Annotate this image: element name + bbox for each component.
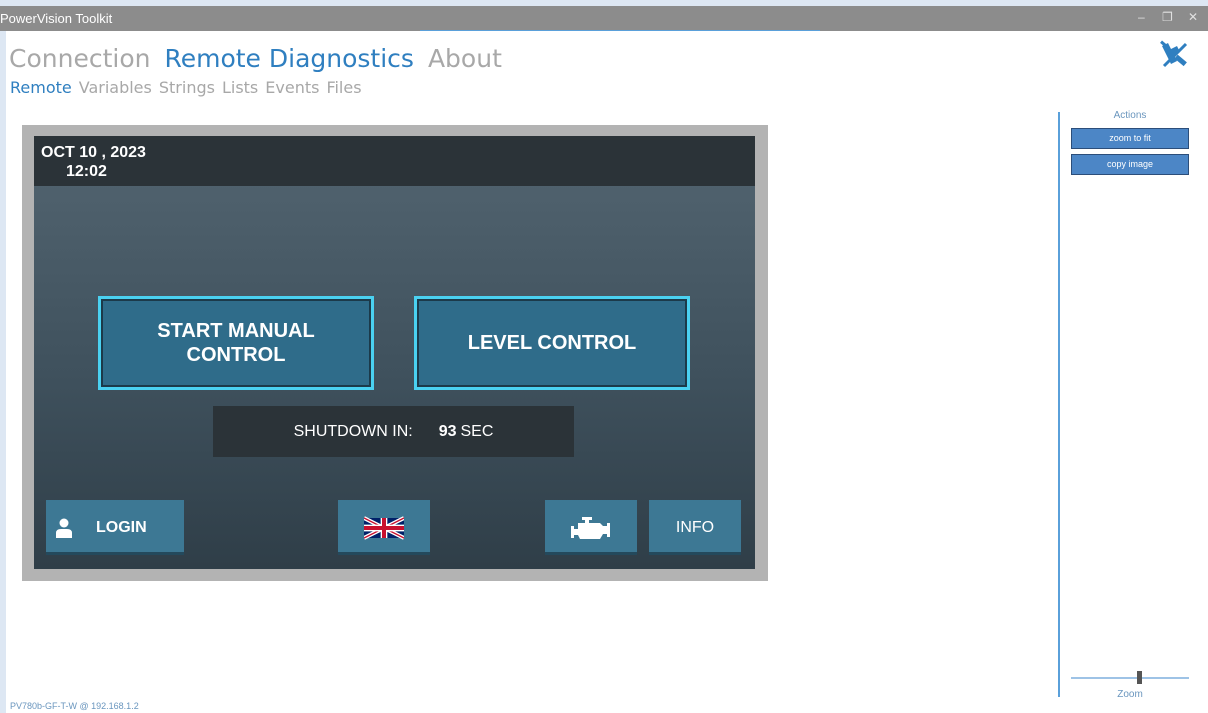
start-manual-control-label: START MANUAL CONTROL	[157, 320, 315, 366]
zoom-to-fit-button[interactable]: zoom to fit	[1071, 128, 1189, 149]
time-display: 12:02	[66, 163, 107, 180]
subtab-files[interactable]: Files	[326, 78, 361, 97]
title-bar: PowerVision Toolkit – ❐ ✕	[0, 6, 1208, 31]
screen-header: OCT 10 , 2023 12:02	[34, 136, 755, 186]
engine-button[interactable]	[545, 500, 637, 555]
date-display: OCT 10 , 2023	[41, 144, 146, 161]
login-button[interactable]: LOGIN	[46, 500, 184, 555]
window-title: PowerVision Toolkit	[0, 11, 113, 26]
subtab-remote[interactable]: Remote	[10, 78, 72, 97]
shutdown-label: SHUTDOWN IN:	[293, 422, 413, 440]
tab-remote-diagnostics[interactable]: Remote Diagnostics	[164, 44, 413, 73]
uk-flag-icon	[364, 515, 404, 540]
connection-status: PV780b-GF-T-W @ 192.168.1.2	[10, 701, 139, 711]
language-button[interactable]	[338, 500, 430, 555]
start-manual-control-button[interactable]: START MANUAL CONTROL	[98, 296, 374, 390]
subtab-events[interactable]: Events	[265, 78, 319, 97]
restore-button[interactable]: ❐	[1162, 10, 1173, 24]
shutdown-timer: SHUTDOWN IN: 93 SEC	[213, 406, 574, 457]
main-nav: Connection Remote Diagnostics About	[9, 44, 516, 73]
title-accent-line	[420, 30, 820, 31]
engine-icon	[571, 516, 610, 539]
level-control-button[interactable]: LEVEL CONTROL	[414, 296, 690, 390]
zoom-slider-track[interactable]	[1071, 677, 1189, 679]
user-icon	[56, 518, 72, 538]
info-button[interactable]: INFO	[649, 500, 741, 555]
login-label: LOGIN	[96, 518, 147, 536]
copy-image-button[interactable]: copy image	[1071, 154, 1189, 175]
subtab-variables[interactable]: Variables	[79, 78, 152, 97]
zoom-label: Zoom	[1117, 689, 1143, 700]
device-screen: OCT 10 , 2023 12:02 START MANUAL CONTROL…	[34, 136, 755, 569]
subtab-strings[interactable]: Strings	[159, 78, 215, 97]
subtab-lists[interactable]: Lists	[222, 78, 258, 97]
shutdown-unit: SEC	[460, 422, 494, 440]
disconnect-plug-icon[interactable]	[1158, 40, 1190, 72]
tab-connection[interactable]: Connection	[9, 44, 150, 73]
actions-panel-divider	[1058, 112, 1060, 697]
device-screen-frame: OCT 10 , 2023 12:02 START MANUAL CONTROL…	[22, 125, 768, 581]
minimize-button[interactable]: –	[1138, 10, 1145, 24]
level-control-label: LEVEL CONTROL	[467, 332, 637, 354]
info-label: INFO	[675, 518, 715, 536]
zoom-slider-thumb[interactable]	[1137, 671, 1142, 684]
tab-about[interactable]: About	[428, 44, 502, 73]
sub-nav: Remote Variables Strings Lists Events Files	[10, 78, 369, 97]
shutdown-seconds: 93	[438, 422, 457, 440]
close-button[interactable]: ✕	[1188, 10, 1198, 24]
window-border-left	[0, 0, 6, 713]
actions-title: Actions	[1113, 110, 1147, 121]
